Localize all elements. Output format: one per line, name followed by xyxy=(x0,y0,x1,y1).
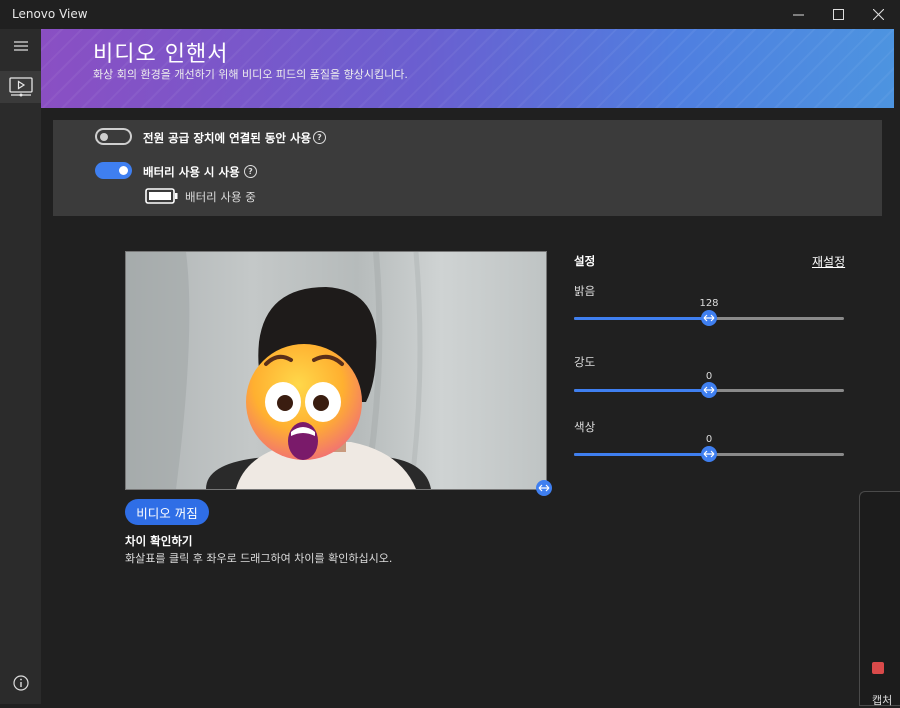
sidebar xyxy=(0,29,41,704)
video-preview xyxy=(125,251,547,490)
page-title: 비디오 인핸서 xyxy=(93,42,229,67)
page-subtitle: 화상 회의 환경을 개선하기 위해 비디오 피드의 품질을 향상시킵니다. xyxy=(93,68,408,81)
hue-slider-fill xyxy=(574,453,709,456)
video-off-button[interactable]: 비디오 꺼짐 xyxy=(125,499,209,525)
notification-popup: 캡처 xyxy=(859,491,900,707)
help-icon[interactable]: ? xyxy=(313,131,326,144)
hue-slider[interactable] xyxy=(574,446,844,462)
plugged-in-label: 전원 공급 장치에 연결된 동안 사용 xyxy=(143,131,312,145)
battery-icon xyxy=(145,188,178,204)
compare-title: 차이 확인하기 xyxy=(125,534,193,548)
brightness-slider[interactable] xyxy=(574,310,844,326)
info-button[interactable] xyxy=(4,667,37,699)
maximize-icon xyxy=(832,9,844,20)
camera-feed-image xyxy=(126,252,431,489)
brightness-label: 밝음 xyxy=(574,284,596,298)
sidebar-item-video-enhancer[interactable] xyxy=(0,71,41,103)
help-icon[interactable]: ? xyxy=(244,165,257,178)
brightness-slider-thumb[interactable] xyxy=(701,310,717,326)
capture-app-icon xyxy=(872,662,884,674)
intensity-slider[interactable] xyxy=(574,382,844,398)
intensity-slider-thumb[interactable] xyxy=(701,382,717,398)
compare-description: 화살표를 클릭 후 좌우로 드래그하여 차이를 확인하십시오. xyxy=(125,552,393,565)
popup-text: 캡처 xyxy=(872,694,893,707)
intensity-value: 0 xyxy=(705,371,713,382)
drag-arrows-icon xyxy=(538,484,550,492)
hue-label: 색상 xyxy=(574,420,596,434)
drag-arrows-icon xyxy=(703,386,715,394)
plugged-in-toggle[interactable] xyxy=(95,128,132,145)
compare-drag-handle[interactable] xyxy=(536,480,552,496)
minimize-button[interactable] xyxy=(778,0,818,29)
drag-arrows-icon xyxy=(703,314,715,322)
settings-title: 설정 xyxy=(574,254,596,268)
info-icon xyxy=(12,675,29,691)
brightness-slider-fill xyxy=(574,317,709,320)
intensity-slider-fill xyxy=(574,389,709,392)
window-title: Lenovo View xyxy=(12,7,88,21)
minimize-icon xyxy=(792,14,804,16)
intensity-label: 강도 xyxy=(574,355,596,369)
battery-label: 배터리 사용 시 사용 xyxy=(143,165,240,179)
menu-button[interactable] xyxy=(4,30,37,62)
maximize-button[interactable] xyxy=(818,0,858,29)
reset-link[interactable]: 재설정 xyxy=(812,253,845,270)
brightness-value: 128 xyxy=(699,298,719,309)
battery-toggle[interactable] xyxy=(95,162,132,179)
drag-arrows-icon xyxy=(703,450,715,458)
close-button[interactable] xyxy=(858,0,898,29)
video-enhancer-icon xyxy=(9,77,33,97)
hue-slider-thumb[interactable] xyxy=(701,446,717,462)
hue-value: 0 xyxy=(705,434,713,445)
page-banner: 비디오 인핸서 화상 회의 환경을 개선하기 위해 비디오 피드의 품질을 향상… xyxy=(41,29,894,108)
title-bar: Lenovo View xyxy=(0,0,900,29)
close-icon xyxy=(872,9,884,20)
hamburger-icon xyxy=(13,41,28,51)
battery-status: 배터리 사용 중 xyxy=(185,190,256,204)
